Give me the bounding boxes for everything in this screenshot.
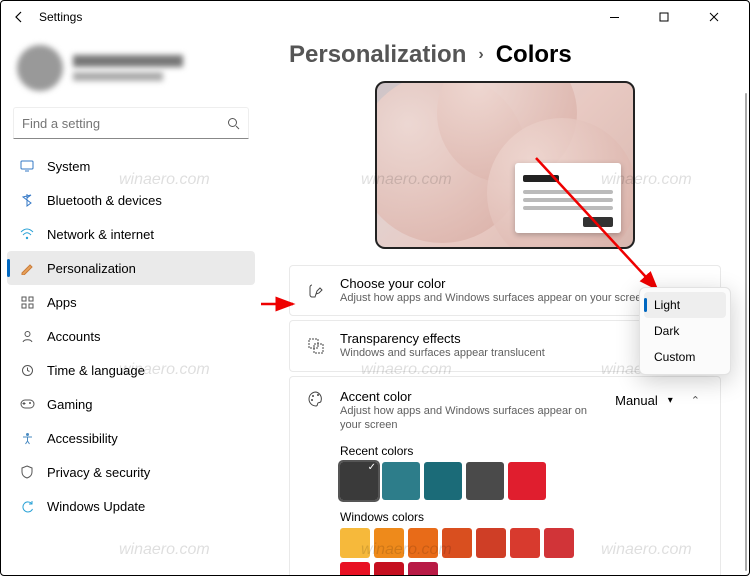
color-swatch[interactable]	[408, 528, 438, 558]
sidebar-item-bluetooth[interactable]: Bluetooth & devices	[7, 183, 255, 217]
breadcrumb-current: Colors	[496, 41, 572, 69]
color-swatch[interactable]	[424, 462, 462, 500]
sidebar-item-accessibility[interactable]: Accessibility	[7, 421, 255, 455]
color-swatch[interactable]	[466, 462, 504, 500]
windows-colors-label: Windows colors	[340, 510, 595, 524]
sidebar-item-label: Personalization	[47, 261, 136, 276]
chevron-right-icon: ›	[478, 46, 483, 64]
color-swatch[interactable]	[340, 528, 370, 558]
sidebar-item-time[interactable]: Time & language	[7, 353, 255, 387]
brush-icon	[306, 281, 326, 301]
sidebar-item-label: Bluetooth & devices	[47, 193, 162, 208]
transparency-icon	[306, 336, 326, 356]
personalization-icon	[19, 260, 35, 276]
color-swatch[interactable]	[382, 462, 420, 500]
sidebar-item-label: Apps	[47, 295, 77, 310]
dropdown-option-dark[interactable]: Dark	[644, 318, 726, 344]
breadcrumb: Personalization › Colors	[289, 41, 721, 69]
preview-window	[515, 163, 621, 233]
sidebar-item-label: Privacy & security	[47, 465, 150, 480]
profile-email	[73, 72, 163, 81]
color-swatch[interactable]	[374, 528, 404, 558]
search-box[interactable]	[13, 107, 249, 139]
color-swatch[interactable]	[340, 462, 378, 500]
recent-colors-row	[340, 462, 595, 500]
apps-icon	[19, 294, 35, 310]
sidebar-item-label: Accessibility	[47, 431, 118, 446]
sidebar-item-update[interactable]: Windows Update	[7, 489, 255, 523]
privacy-icon	[19, 464, 35, 480]
scrollbar[interactable]	[745, 93, 747, 571]
gaming-icon	[19, 396, 35, 412]
sidebar-item-label: Network & internet	[47, 227, 154, 242]
chevron-up-icon[interactable]: ⌃	[687, 390, 704, 411]
back-button[interactable]	[11, 9, 27, 25]
sidebar-item-network[interactable]: Network & internet	[7, 217, 255, 251]
chevron-down-icon: ▾	[668, 395, 673, 406]
color-swatch[interactable]	[544, 528, 574, 558]
sidebar-item-gaming[interactable]: Gaming	[7, 387, 255, 421]
windows-colors-row	[340, 528, 595, 575]
color-swatch[interactable]	[510, 528, 540, 558]
breadcrumb-parent[interactable]: Personalization	[289, 41, 466, 69]
sidebar: System Bluetooth & devices Network & int…	[1, 33, 261, 575]
maximize-button[interactable]	[649, 2, 679, 32]
content-area: Personalization › Colors Choose yo	[261, 33, 749, 575]
dropdown-option-light[interactable]: Light	[644, 292, 726, 318]
recent-colors-label: Recent colors	[340, 444, 595, 458]
search-icon	[227, 117, 240, 130]
sidebar-item-accounts[interactable]: Accounts	[7, 319, 255, 353]
sidebar-item-personalization[interactable]: Personalization	[7, 251, 255, 285]
update-icon	[19, 498, 35, 514]
accent-color-card: Accent color Adjust how apps and Windows…	[289, 376, 721, 575]
sidebar-item-label: System	[47, 159, 90, 174]
window-title: Settings	[39, 10, 82, 24]
sidebar-item-privacy[interactable]: Privacy & security	[7, 455, 255, 489]
close-button[interactable]	[699, 2, 729, 32]
sidebar-item-label: Accounts	[47, 329, 100, 344]
time-icon	[19, 362, 35, 378]
accounts-icon	[19, 328, 35, 344]
sidebar-item-apps[interactable]: Apps	[7, 285, 255, 319]
sidebar-item-label: Time & language	[47, 363, 145, 378]
sidebar-item-system[interactable]: System	[7, 149, 255, 183]
title-bar: Settings	[1, 1, 749, 33]
avatar	[17, 45, 63, 91]
color-swatch[interactable]	[476, 528, 506, 558]
system-icon	[19, 158, 35, 174]
color-swatch[interactable]	[442, 528, 472, 558]
accent-mode-dropdown[interactable]: Manual ▾	[609, 389, 679, 412]
profile-name	[73, 55, 183, 67]
card-subtitle: Adjust how apps and Windows surfaces app…	[340, 404, 595, 433]
minimize-button[interactable]	[599, 2, 629, 32]
sidebar-item-label: Gaming	[47, 397, 93, 412]
wifi-icon	[19, 226, 35, 242]
dropdown-value: Manual	[615, 393, 658, 408]
color-swatch[interactable]	[374, 562, 404, 575]
search-input[interactable]	[22, 116, 227, 131]
color-swatch[interactable]	[508, 462, 546, 500]
accessibility-icon	[19, 430, 35, 446]
bluetooth-icon	[19, 192, 35, 208]
color-mode-dropdown[interactable]: Light Dark Custom	[639, 287, 731, 375]
palette-icon	[306, 389, 326, 409]
dropdown-option-custom[interactable]: Custom	[644, 344, 726, 370]
theme-preview	[375, 81, 635, 249]
card-title: Accent color	[340, 389, 595, 404]
profile-block[interactable]	[7, 39, 255, 103]
color-swatch[interactable]	[408, 562, 438, 575]
sidebar-item-label: Windows Update	[47, 499, 145, 514]
color-swatch[interactable]	[340, 562, 370, 575]
